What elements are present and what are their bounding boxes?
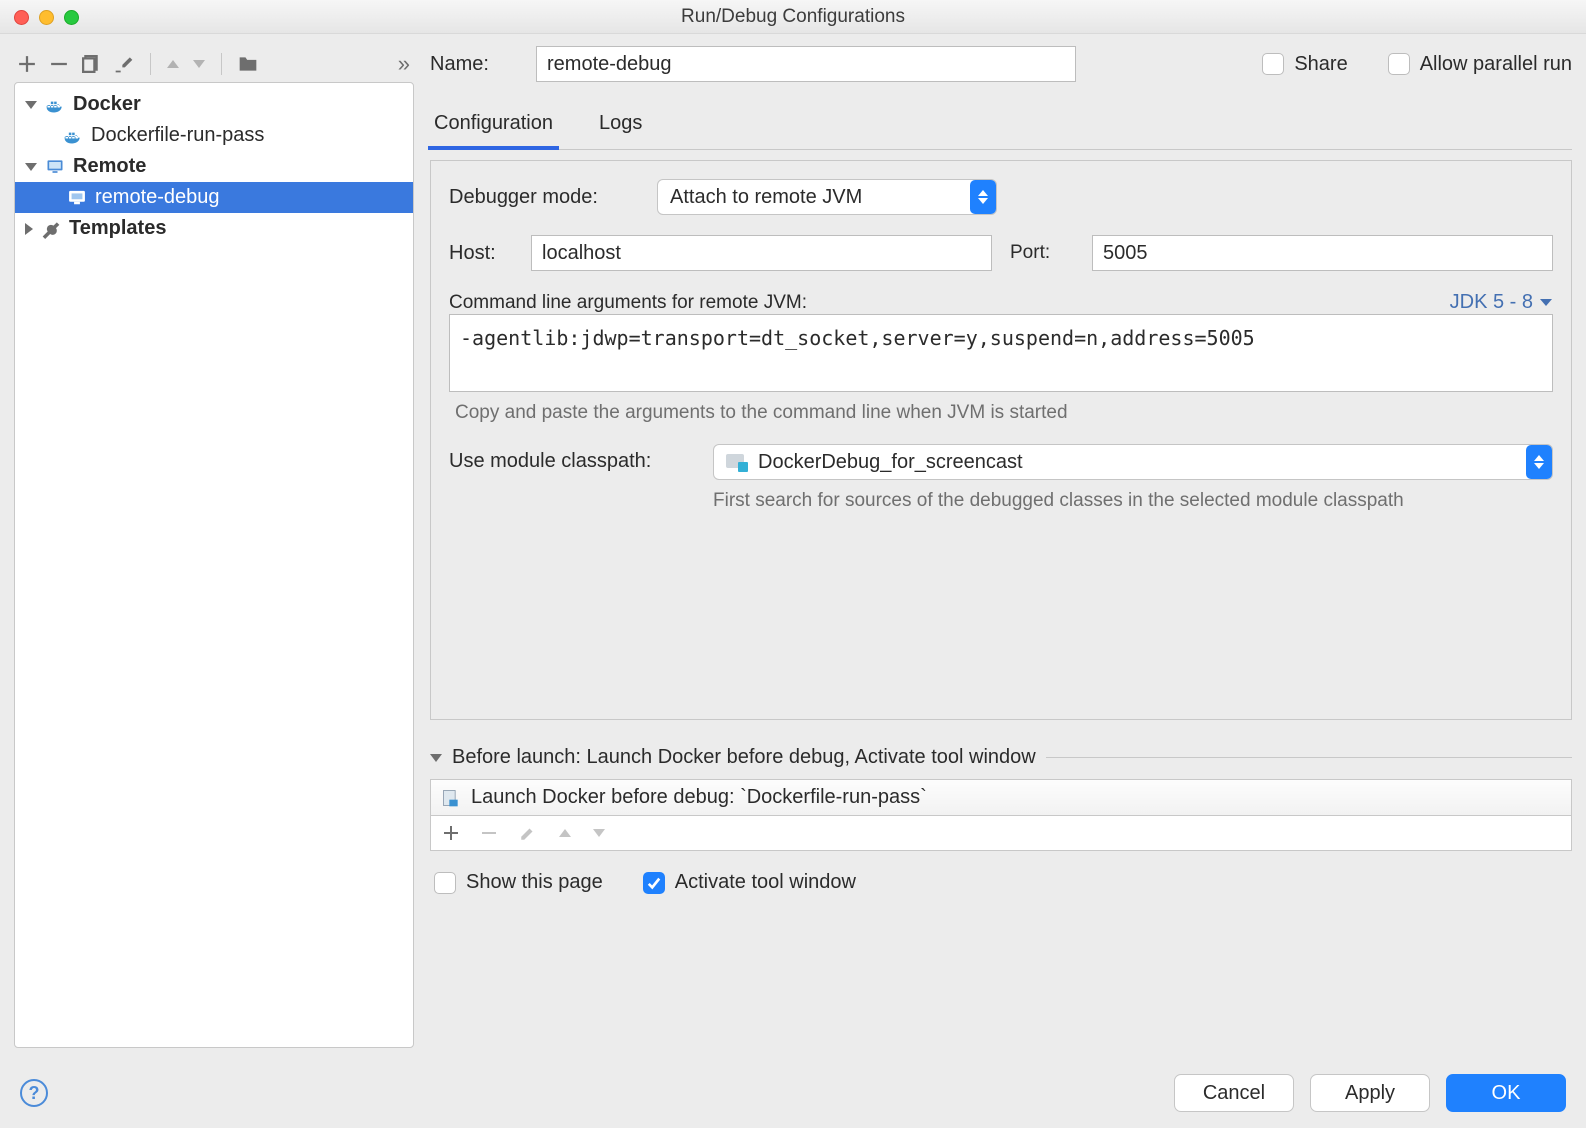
remote-icon <box>45 157 65 177</box>
add-config-button[interactable] <box>18 55 36 73</box>
tree-label: Docker <box>73 93 141 116</box>
move-up-button[interactable] <box>167 60 179 68</box>
chevron-down-icon <box>1539 298 1553 308</box>
divider <box>1046 757 1572 758</box>
tree-label: Templates <box>69 217 166 240</box>
dialog-footer: ? Cancel Apply OK <box>0 1058 1586 1128</box>
copy-config-button[interactable] <box>82 55 100 73</box>
module-icon <box>726 454 748 470</box>
sidebar-toolbar: » <box>14 44 414 82</box>
tree-node-docker[interactable]: Docker <box>15 89 413 120</box>
before-launch-header[interactable]: Before launch: Launch Docker before debu… <box>430 746 1572 769</box>
chevron-down-icon <box>430 754 442 762</box>
debugger-mode-label: Debugger mode: <box>449 186 639 209</box>
before-launch-item-label: Launch Docker before debug: `Dockerfile-… <box>471 786 927 809</box>
classpath-label: Use module classpath: <box>449 444 689 473</box>
debugger-mode-value: Attach to remote JVM <box>670 186 862 209</box>
checkbox-icon <box>1262 53 1284 75</box>
tree-node-remote[interactable]: Remote <box>15 151 413 182</box>
name-row: Name: Share Allow parallel run <box>430 46 1572 82</box>
docker-task-icon <box>441 788 461 808</box>
before-launch-toolbar <box>431 816 1571 850</box>
allow-parallel-label: Allow parallel run <box>1420 53 1572 76</box>
add-task-button[interactable] <box>443 825 459 841</box>
wrench-icon <box>41 219 61 239</box>
remove-task-button[interactable] <box>481 825 497 841</box>
after-launch-checks: Show this page Activate tool window <box>430 871 1572 894</box>
before-launch-list: Launch Docker before debug: `Dockerfile-… <box>430 779 1572 851</box>
cancel-button[interactable]: Cancel <box>1174 1074 1294 1112</box>
classpath-select[interactable]: DockerDebug_for_screencast <box>713 444 1553 480</box>
name-input[interactable] <box>536 46 1076 82</box>
window-title: Run/Debug Configurations <box>0 6 1586 28</box>
before-launch-title: Before launch: Launch Docker before debu… <box>452 746 1036 769</box>
share-label: Share <box>1294 53 1347 76</box>
allow-parallel-checkbox[interactable]: Allow parallel run <box>1388 53 1572 76</box>
cmdline-hint: Copy and paste the arguments to the comm… <box>449 402 1553 424</box>
cmdline-textarea[interactable]: -agentlib:jdwp=transport=dt_socket,serve… <box>449 314 1553 392</box>
expand-toolbar-button[interactable]: » <box>398 51 410 77</box>
activate-tool-label: Activate tool window <box>675 871 856 894</box>
port-label: Port: <box>1010 242 1074 264</box>
checkbox-icon <box>1388 53 1410 75</box>
host-label: Host: <box>449 242 513 265</box>
tree-label: Dockerfile-run-pass <box>91 124 264 147</box>
tree-item-remote-debug[interactable]: remote-debug <box>15 182 413 213</box>
jdk-version-dropdown[interactable]: JDK 5 - 8 <box>1450 291 1553 314</box>
classpath-value: DockerDebug_for_screencast <box>758 451 1023 474</box>
chevrons-icon <box>1526 445 1552 479</box>
ok-button[interactable]: OK <box>1446 1074 1566 1112</box>
configuration-panel: Debugger mode: Attach to remote JVM Host… <box>430 160 1572 720</box>
tree-label: remote-debug <box>95 186 220 209</box>
tree-node-templates[interactable]: Templates <box>15 213 413 244</box>
edit-task-button[interactable] <box>519 824 537 842</box>
chevron-right-icon <box>25 223 33 235</box>
docker-icon <box>63 126 83 146</box>
debugger-mode-row: Debugger mode: Attach to remote JVM <box>449 179 1553 215</box>
chevrons-icon <box>970 180 996 214</box>
left-column: » Docker Dockerfile-run-pass Remote remo… <box>14 44 414 1048</box>
edit-defaults-button[interactable] <box>114 54 134 74</box>
name-label: Name: <box>430 53 520 76</box>
show-page-checkbox[interactable]: Show this page <box>434 871 603 894</box>
debugger-mode-select[interactable]: Attach to remote JVM <box>657 179 997 215</box>
tree-label: Remote <box>73 155 146 178</box>
chevron-down-icon <box>25 163 37 171</box>
remote-icon <box>67 188 87 208</box>
port-input[interactable] <box>1092 235 1553 271</box>
remove-config-button[interactable] <box>50 55 68 73</box>
tree-item-dockerfile-run-pass[interactable]: Dockerfile-run-pass <box>15 120 413 151</box>
task-down-button[interactable] <box>593 829 605 837</box>
toolbar-separator-icon <box>150 53 151 75</box>
cmdline-section: Command line arguments for remote JVM: J… <box>449 291 1553 424</box>
toolbar-separator-icon <box>221 53 222 75</box>
tab-bar: Configuration Logs <box>430 100 1572 150</box>
checkbox-icon <box>434 872 456 894</box>
host-input[interactable] <box>531 235 992 271</box>
checkbox-checked-icon <box>643 872 665 894</box>
before-launch-item[interactable]: Launch Docker before debug: `Dockerfile-… <box>431 780 1571 816</box>
folder-button[interactable] <box>238 54 258 74</box>
classpath-row: Use module classpath: DockerDebug_for_sc… <box>449 444 1553 512</box>
classpath-hint: First search for sources of the debugged… <box>713 490 1553 512</box>
titlebar: Run/Debug Configurations <box>0 0 1586 34</box>
show-page-label: Show this page <box>466 871 603 894</box>
chevron-down-icon <box>25 101 37 109</box>
tab-logs[interactable]: Logs <box>595 100 646 149</box>
cmdline-label: Command line arguments for remote JVM: <box>449 292 807 314</box>
docker-icon <box>45 95 65 115</box>
task-up-button[interactable] <box>559 829 571 837</box>
share-checkbox[interactable]: Share <box>1262 53 1347 76</box>
body: » Docker Dockerfile-run-pass Remote remo… <box>0 34 1586 1048</box>
host-port-row: Host: Port: <box>449 235 1553 271</box>
activate-tool-checkbox[interactable]: Activate tool window <box>643 871 856 894</box>
apply-button[interactable]: Apply <box>1310 1074 1430 1112</box>
right-column: Name: Share Allow parallel run Configura… <box>430 44 1572 1048</box>
move-down-button[interactable] <box>193 60 205 68</box>
tab-configuration[interactable]: Configuration <box>430 100 557 149</box>
config-tree[interactable]: Docker Dockerfile-run-pass Remote remote… <box>14 82 414 1048</box>
help-button[interactable]: ? <box>20 1079 48 1107</box>
jdk-label: JDK 5 - 8 <box>1450 291 1533 314</box>
